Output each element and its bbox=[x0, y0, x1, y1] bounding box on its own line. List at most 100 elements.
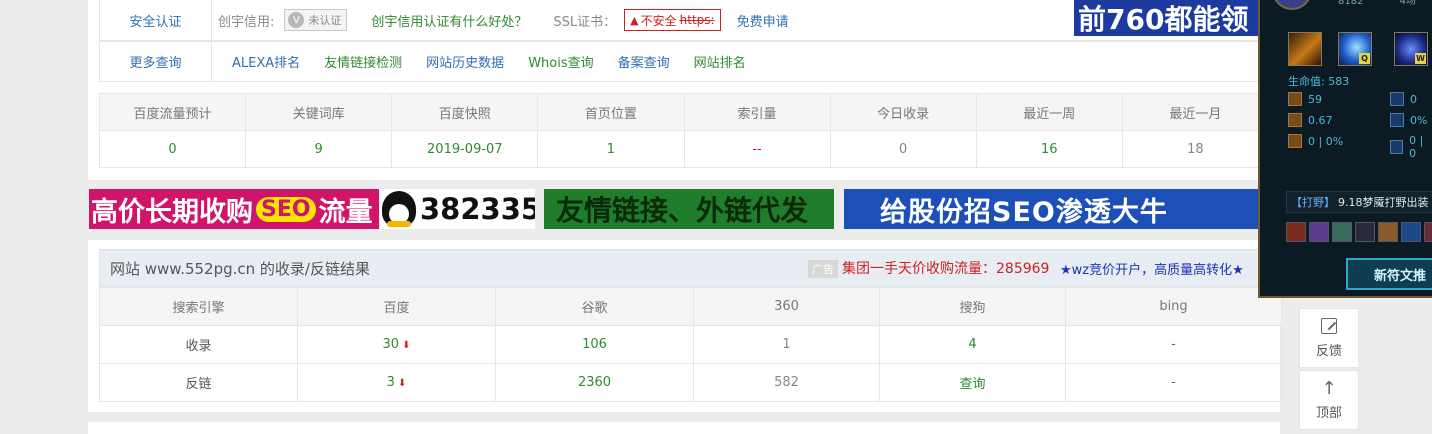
stat-cooldown-value: 0% bbox=[1410, 113, 1428, 127]
last-week-value[interactable]: 16 bbox=[975, 130, 1123, 168]
index-count-value: -- bbox=[683, 130, 831, 168]
ability-q-icon: Q bbox=[1338, 32, 1372, 66]
credit-unverified-badge[interactable]: V 未认证 bbox=[284, 9, 348, 31]
feedback-label: 反馈 bbox=[1315, 343, 1342, 359]
traffic-buy-ad-link[interactable]: 集团一手天价收购流量：285969 bbox=[842, 258, 1049, 278]
feedback-button[interactable]: 反馈 bbox=[1299, 308, 1359, 368]
bing-indexed-value: - bbox=[1065, 325, 1282, 364]
ad-banner-seo-hiring[interactable]: 给股份招SEO渗透大牛 bbox=[844, 189, 1259, 229]
game-top-left-value: 8182 bbox=[1338, 0, 1364, 7]
ssl-insecure-badge[interactable]: ▲ 不安全 https: bbox=[624, 9, 721, 31]
ad1-text-pre: 高价长期收购 bbox=[91, 196, 253, 228]
stats-header-row: 百度流量预计 关键词库 百度快照 首页位置 索引量 今日收录 最近一周 最近一月 bbox=[98, 93, 1270, 131]
down-arrow-icon: ⬇ bbox=[397, 378, 407, 389]
stats-header-cell: 百度流量预计 bbox=[98, 93, 247, 131]
icp-record-link[interactable]: 备案查询 bbox=[618, 52, 670, 71]
stat-armor-pen: 0 | 0% bbox=[1288, 134, 1343, 148]
google-backlinks-value[interactable]: 2360 bbox=[495, 363, 694, 402]
news-text: 9.18梦魇打野出装 bbox=[1338, 196, 1429, 209]
verify-v-icon: V bbox=[288, 12, 305, 28]
ad1-text-post: 流量 bbox=[318, 196, 373, 228]
results-header-cell: 搜狗 bbox=[879, 287, 1066, 326]
game-top-stats: 8182 4场 bbox=[1260, 0, 1432, 8]
back-to-top-label: 顶部 bbox=[1315, 405, 1342, 421]
results-header-cell: bing bbox=[1065, 287, 1282, 326]
armor-pen-icon bbox=[1288, 134, 1302, 148]
friend-link-check-link[interactable]: 友情链接检测 bbox=[324, 52, 402, 71]
ad-banner-qq[interactable]: 3823355 bbox=[380, 189, 535, 229]
ssl-scheme-text: https: bbox=[679, 13, 715, 27]
sword-icon bbox=[1288, 92, 1302, 106]
results-header: 网站 www.552pg.cn 的收录/反链结果 广告 集团一手天价收购流量：2… bbox=[99, 249, 1269, 287]
baidu-indexed-cell[interactable]: 30 ⬇ bbox=[297, 325, 496, 364]
down-arrow-icon: ⬇ bbox=[402, 340, 411, 351]
ad4-text: 给股份招SEO渗透大牛 bbox=[880, 196, 1168, 228]
more-queries-heading: 更多查询 bbox=[100, 42, 212, 81]
stat-attack-speed: 0.67 bbox=[1288, 113, 1333, 127]
w-key-label: W bbox=[1415, 53, 1426, 64]
credit-badge-text: 未认证 bbox=[308, 14, 342, 27]
alexa-rank-link[interactable]: ALEXA排名 bbox=[232, 52, 300, 71]
stat-attack: 59 bbox=[1288, 92, 1322, 106]
champion-hp: 生命值: 583 bbox=[1288, 75, 1350, 88]
ability-power-icon bbox=[1390, 92, 1404, 106]
stat-attack-value: 59 bbox=[1308, 92, 1322, 106]
ssl-free-apply-link[interactable]: 免费申请 bbox=[737, 11, 789, 30]
ad-banner-top-right[interactable]: 前760都能领 bbox=[1074, 0, 1260, 36]
next-section-panel bbox=[88, 422, 1280, 434]
baidu-backlinks-cell[interactable]: 3 ⬇ bbox=[297, 363, 496, 402]
last-month-value: 18 bbox=[1121, 130, 1270, 168]
champion-icon bbox=[1378, 222, 1398, 242]
champion-icon bbox=[1309, 222, 1329, 242]
stats-header-cell: 关键词库 bbox=[245, 93, 393, 131]
magic-pen-icon bbox=[1390, 140, 1404, 154]
google-indexed-value[interactable]: 106 bbox=[495, 325, 694, 364]
more-queries-row: 更多查询 ALEXA排名 友情链接检测 网站历史数据 Whois查询 备案查询 … bbox=[99, 41, 1269, 82]
q-key-label: Q bbox=[1359, 53, 1370, 64]
champion-icon bbox=[1332, 222, 1352, 242]
baidu-stats-table: 百度流量预计 关键词库 百度快照 首页位置 索引量 今日收录 最近一周 最近一月… bbox=[98, 93, 1270, 168]
baidu-snapshot-value[interactable]: 2019-09-07 bbox=[391, 130, 539, 168]
whois-link[interactable]: Whois查询 bbox=[528, 52, 593, 71]
more-queries-links: ALEXA排名 友情链接检测 网站历史数据 Whois查询 备案查询 网站排名 bbox=[232, 52, 770, 71]
ability-passive-icon bbox=[1288, 32, 1322, 66]
ad-tag: 广告 bbox=[808, 260, 838, 278]
results-header-row: 搜索引擎 百度 谷歌 360 搜狗 bing bbox=[99, 287, 1282, 326]
back-to-top-button[interactable]: ↑ 顶部 bbox=[1299, 370, 1359, 430]
baidu-traffic-value[interactable]: 0 bbox=[98, 130, 247, 168]
stats-header-cell: 百度快照 bbox=[391, 93, 539, 131]
game-news-item[interactable]: 【打野】 9.18梦魇打野出装 bbox=[1286, 191, 1432, 213]
homepage-position-value[interactable]: 1 bbox=[537, 130, 685, 168]
stats-header-cell: 最近一月 bbox=[1121, 93, 1270, 131]
baidu-indexed-value: 30 bbox=[382, 337, 400, 352]
sogou-indexed-value[interactable]: 4 bbox=[879, 325, 1066, 364]
stats-header-cell: 最近一周 bbox=[975, 93, 1123, 131]
qq-penguin-icon bbox=[382, 191, 416, 227]
warning-triangle-icon: ▲ bbox=[630, 13, 639, 27]
results-header-cell: 360 bbox=[693, 287, 880, 326]
site-rank-link[interactable]: 网站排名 bbox=[694, 52, 746, 71]
new-runes-button[interactable]: 新符文推 bbox=[1346, 258, 1432, 290]
sogou-query-link[interactable]: 查询 bbox=[879, 363, 1066, 402]
bidding-ad-link[interactable]: ★wz竞价开户，高质量高转化★ bbox=[1060, 259, 1244, 278]
stat-cooldown: 0% bbox=[1390, 113, 1427, 127]
credit-benefits-link[interactable]: 创宇信用认证有什么好处？ bbox=[371, 11, 527, 30]
row-label-indexed: 收录 bbox=[99, 325, 298, 364]
attack-speed-icon bbox=[1288, 113, 1302, 127]
credit-label: 创宇信用: bbox=[218, 14, 275, 30]
ad-banner-seo-traffic[interactable]: 高价长期收购 SEO 流量 bbox=[89, 189, 379, 229]
ability-w-icon: W bbox=[1394, 32, 1428, 66]
s360-indexed-value: 1 bbox=[693, 325, 880, 364]
keyword-count-value[interactable]: 9 bbox=[245, 130, 393, 168]
stat-attack-speed-value: 0.67 bbox=[1308, 113, 1333, 127]
arrow-up-icon: ↑ bbox=[1321, 377, 1337, 399]
results-header-cell: 搜索引擎 bbox=[99, 287, 298, 326]
game-top-right-value: 4场 bbox=[1399, 0, 1416, 7]
champion-icons-row bbox=[1286, 222, 1432, 242]
s360-backlinks-value: 582 bbox=[693, 363, 880, 402]
news-tag: 【打野】 bbox=[1291, 196, 1335, 209]
site-history-link[interactable]: 网站历史数据 bbox=[426, 52, 504, 71]
game-ad-panel[interactable]: 8182 4场 Q W 生命值: 583 59 0.67 0 | 0% 0 0%… bbox=[1258, 0, 1432, 298]
ad-banner-friend-links[interactable]: 友情链接、外链代发 bbox=[544, 189, 834, 229]
champion-icon bbox=[1401, 222, 1421, 242]
